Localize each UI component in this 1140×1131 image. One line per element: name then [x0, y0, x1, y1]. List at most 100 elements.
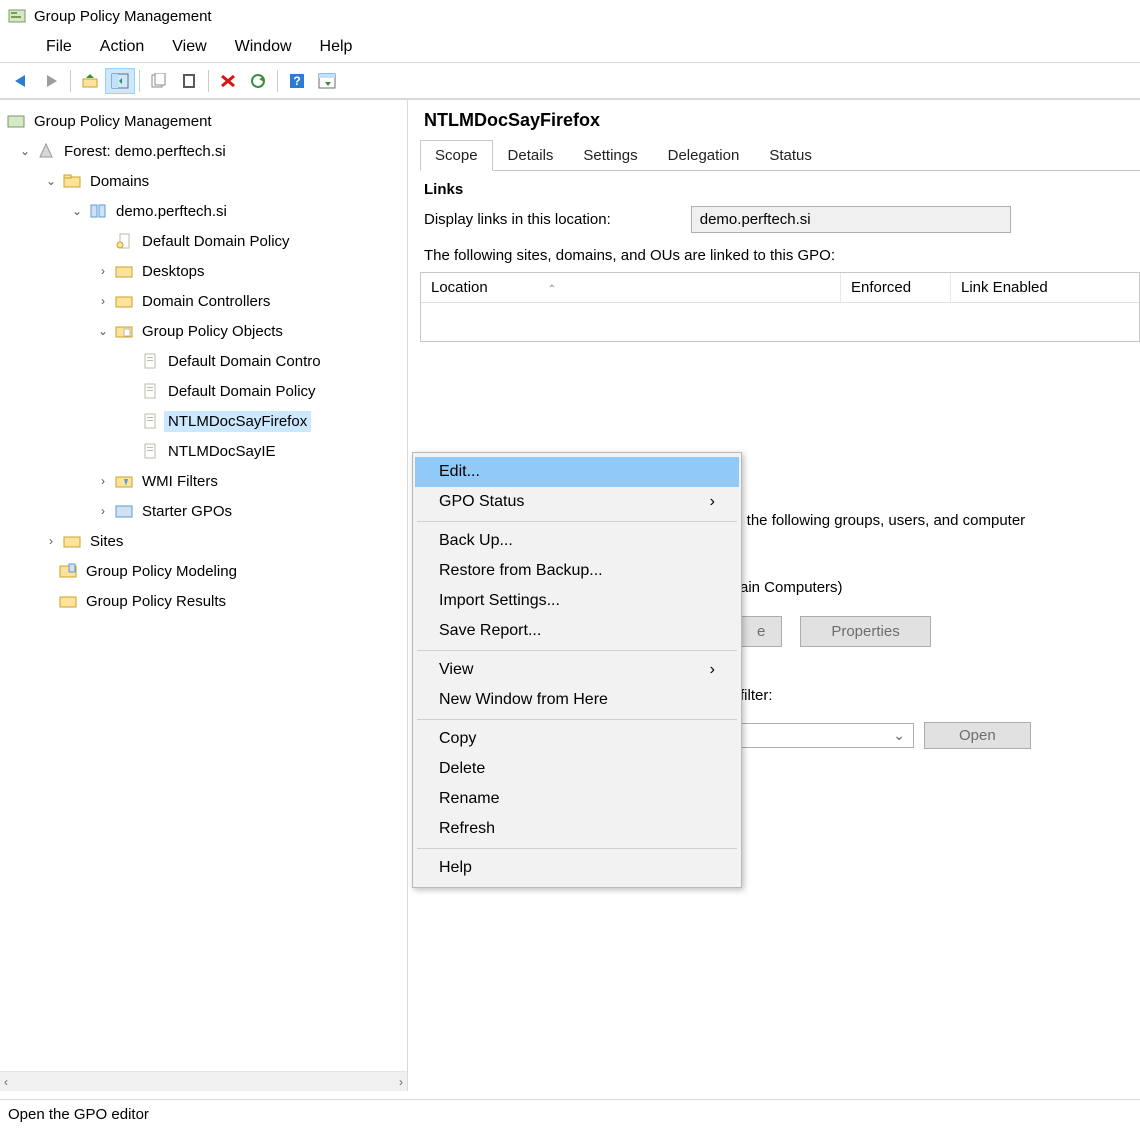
ctx-import[interactable]: Import Settings...	[415, 586, 739, 616]
window-title: Group Policy Management	[34, 8, 212, 25]
options-button[interactable]	[312, 68, 342, 94]
tree-domain-controllers[interactable]: › Domain Controllers	[6, 286, 407, 316]
collapse-icon[interactable]: ⌄	[18, 144, 32, 158]
col-link-enabled[interactable]: Link Enabled	[951, 273, 1091, 302]
folder-icon	[62, 172, 82, 190]
up-button[interactable]	[75, 68, 105, 94]
submenu-arrow-icon: ›	[710, 493, 715, 511]
tree-forest[interactable]: ⌄ Forest: demo.perftech.si	[6, 136, 407, 166]
folder-icon	[62, 532, 82, 550]
collapse-icon[interactable]: ⌄	[70, 204, 84, 218]
ctx-view[interactable]: View›	[415, 655, 739, 685]
show-hide-tree-button[interactable]	[105, 68, 135, 94]
gpo-link-icon	[114, 232, 134, 250]
gpo-item-icon	[140, 352, 160, 370]
col-location[interactable]: Location⌃	[421, 273, 841, 302]
tree-gpo-ddp[interactable]: Default Domain Policy	[6, 376, 407, 406]
tree-gpo-ddc[interactable]: Default Domain Contro	[6, 346, 407, 376]
links-grid[interactable]: Location⌃ Enforced Link Enabled	[420, 272, 1140, 342]
tab-delegation[interactable]: Delegation	[653, 140, 755, 171]
gpo-item-icon	[140, 442, 160, 460]
tree-sites[interactable]: › Sites	[6, 526, 407, 556]
tab-status[interactable]: Status	[754, 140, 827, 171]
ou-icon	[114, 292, 134, 310]
gpo-item-icon	[140, 382, 160, 400]
chevron-down-icon: ⌄	[893, 727, 905, 744]
nav-back-button[interactable]	[6, 68, 36, 94]
status-bar: Open the GPO editor	[0, 1099, 1140, 1131]
tree-domains[interactable]: ⌄ Domains	[6, 166, 407, 196]
tree-wmi-filters[interactable]: › WMI Filters	[6, 466, 407, 496]
col-enforced[interactable]: Enforced	[841, 273, 951, 302]
menu-file[interactable]: File	[46, 38, 72, 56]
tab-settings[interactable]: Settings	[568, 140, 652, 171]
tab-details[interactable]: Details	[493, 140, 569, 171]
linked-desc: The following sites, domains, and OUs ar…	[424, 247, 1140, 264]
help-button[interactable]: ?	[282, 68, 312, 94]
delete-button[interactable]	[213, 68, 243, 94]
scroll-left-icon[interactable]: ‹	[4, 1075, 8, 1089]
gpo-folder-icon	[114, 322, 134, 340]
properties-button[interactable]: Properties	[800, 616, 930, 647]
tree-domain[interactable]: ⌄ demo.perftech.si	[6, 196, 407, 226]
ctx-refresh[interactable]: Refresh	[415, 814, 739, 844]
copy-button[interactable]	[144, 68, 174, 94]
ctx-edit[interactable]: Edit...	[415, 457, 739, 487]
nav-forward-button[interactable]	[36, 68, 66, 94]
open-button[interactable]: Open	[924, 722, 1031, 749]
horizontal-scrollbar[interactable]: ‹ ›	[0, 1071, 407, 1091]
tree-gpo-container[interactable]: ⌄ Group Policy Objects	[6, 316, 407, 346]
ctx-new-window[interactable]: New Window from Here	[415, 685, 739, 715]
menu-window[interactable]: Window	[235, 38, 292, 56]
ou-icon	[114, 262, 134, 280]
remove-button[interactable]: e	[740, 616, 782, 647]
menu-view[interactable]: View	[172, 38, 206, 56]
status-text: Open the GPO editor	[8, 1106, 149, 1123]
security-list-item[interactable]: ain Computers)	[740, 579, 1140, 596]
ctx-gpo-status[interactable]: GPO Status›	[415, 487, 739, 517]
tree-gp-results[interactable]: Group Policy Results	[6, 586, 407, 616]
expand-icon[interactable]: ›	[96, 294, 110, 308]
tree-default-domain-policy[interactable]: Default Domain Policy	[6, 226, 407, 256]
security-filtering-desc: to the following groups, users, and comp…	[730, 512, 1140, 529]
context-menu: Edit... GPO Status› Back Up... Restore f…	[412, 452, 742, 888]
ctx-backup[interactable]: Back Up...	[415, 526, 739, 556]
ctx-restore[interactable]: Restore from Backup...	[415, 556, 739, 586]
collapse-icon[interactable]: ⌄	[96, 324, 110, 338]
ctx-delete[interactable]: Delete	[415, 754, 739, 784]
expand-icon[interactable]: ›	[96, 504, 110, 518]
svg-text:?: ?	[293, 74, 300, 88]
starter-gpo-icon	[114, 502, 134, 520]
expand-icon[interactable]: ›	[96, 474, 110, 488]
gpm-app-icon	[8, 7, 26, 25]
ctx-rename[interactable]: Rename	[415, 784, 739, 814]
menubar: File Action View Window Help	[0, 32, 1140, 63]
tree-desktops[interactable]: › Desktops	[6, 256, 407, 286]
scroll-right-icon[interactable]: ›	[399, 1075, 403, 1089]
tree-gp-modeling[interactable]: Group Policy Modeling	[6, 556, 407, 586]
tree-starter-gpos[interactable]: › Starter GPOs	[6, 496, 407, 526]
tree-gpo-ntlmie[interactable]: NTLMDocSayIE	[6, 436, 407, 466]
display-links-label: Display links in this location:	[424, 211, 611, 228]
ctx-save-report[interactable]: Save Report...	[415, 616, 739, 646]
refresh-button[interactable]	[243, 68, 273, 94]
results-icon	[58, 592, 78, 610]
forest-icon	[36, 142, 56, 160]
submenu-arrow-icon: ›	[710, 661, 715, 679]
ctx-copy[interactable]: Copy	[415, 724, 739, 754]
tree-gpo-ntlmfirefox[interactable]: NTLMDocSayFirefox	[6, 406, 407, 436]
tab-scope[interactable]: Scope	[420, 140, 493, 171]
tab-strip: Scope Details Settings Delegation Status	[420, 139, 1140, 171]
tree-root[interactable]: Group Policy Management	[6, 106, 407, 136]
menu-help[interactable]: Help	[320, 38, 353, 56]
expand-icon[interactable]: ›	[44, 534, 58, 548]
expand-icon[interactable]: ›	[96, 264, 110, 278]
paste-button[interactable]	[174, 68, 204, 94]
wmi-icon	[114, 472, 134, 490]
sort-asc-icon: ⌃	[548, 284, 556, 295]
wmi-filter-label: filter:	[740, 687, 1140, 704]
ctx-help[interactable]: Help	[415, 853, 739, 883]
collapse-icon[interactable]: ⌄	[44, 174, 58, 188]
menu-action[interactable]: Action	[100, 38, 144, 56]
display-links-location-combo[interactable]: demo.perftech.si	[691, 206, 1011, 233]
